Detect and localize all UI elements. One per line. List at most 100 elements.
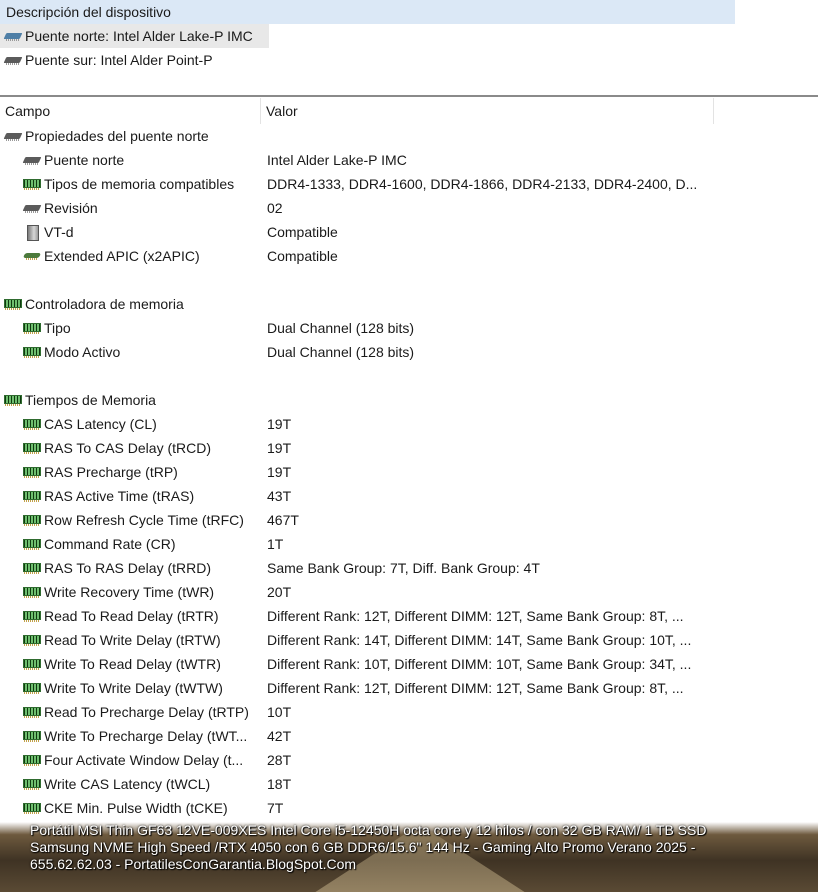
row-field-label: Controladora de memoria (25, 296, 184, 312)
row-field: Modo Activo (0, 340, 262, 364)
memory-chip-icon (23, 177, 41, 191)
memory-chip-icon (23, 753, 41, 767)
row-field-label: Tipo (44, 320, 71, 336)
row-field: Read To Read Delay (tRTR) (0, 604, 262, 628)
device-item-label: Puente sur: Intel Alder Point-P (25, 52, 213, 68)
memory-chip-icon (23, 465, 41, 479)
bridge-icon (4, 53, 22, 67)
row-field: VT-d (0, 220, 262, 244)
row-field: RAS To RAS Delay (tRRD) (0, 556, 262, 580)
table-row[interactable]: Write CAS Latency (tWCL) 18T (0, 772, 818, 796)
row-field: CAS Latency (CL) (0, 412, 262, 436)
table-row[interactable]: CAS Latency (CL) 19T (0, 412, 818, 436)
table-row[interactable]: RAS To CAS Delay (tRCD) 19T (0, 436, 818, 460)
caption-line: 655.62.62.03 - PortatilesConGarantia.Blo… (30, 856, 357, 872)
table-row[interactable]: VT-d Compatible (0, 220, 818, 244)
table-row[interactable]: Tiempos de Memoria (0, 388, 818, 412)
table-row[interactable]: Read To Write Delay (tRTW) Different Rank… (0, 628, 818, 652)
row-field: RAS Active Time (tRAS) (0, 484, 262, 508)
row-field: Read To Write Delay (tRTW) (0, 628, 262, 652)
memory-chip-icon (4, 393, 22, 407)
memory-chip-icon (23, 729, 41, 743)
row-field: Command Rate (CR) (0, 532, 262, 556)
row-field: Write To Read Delay (tWTR) (0, 652, 262, 676)
table-row[interactable]: Write To Precharge Delay (tWT... 42T (0, 724, 818, 748)
table-row[interactable]: Row Refresh Cycle Time (tRFC) 467T (0, 508, 818, 532)
memory-chip-icon (23, 705, 41, 719)
table-row[interactable]: Tipo Dual Channel (128 bits) (0, 316, 818, 340)
table-row[interactable]: Controladora de memoria (0, 292, 818, 316)
table-row[interactable]: Modo Activo Dual Channel (128 bits) (0, 340, 818, 364)
panel-splitter[interactable] (0, 95, 818, 97)
table-row[interactable]: RAS To RAS Delay (tRRD) Same Bank Group: … (0, 556, 818, 580)
memory-chip-icon (23, 537, 41, 551)
table-row[interactable]: Revisión 02 (0, 196, 818, 220)
vtd-icon (23, 225, 41, 241)
bridge-icon (23, 153, 41, 167)
row-field: Write Recovery Time (tWR) (0, 580, 262, 604)
row-field: Write To Precharge Delay (tWT... (0, 724, 262, 748)
row-value: Different Rank: 12T, Different DIMM: 12T… (267, 608, 684, 624)
device-item-north-bridge[interactable]: Puente norte: Intel Alder Lake-P IMC (0, 24, 269, 48)
row-field-label: RAS Active Time (tRAS) (44, 488, 195, 504)
row-value: 19T (267, 416, 292, 432)
table-row[interactable]: Read To Read Delay (tRTR) Different Rank:… (0, 604, 818, 628)
row-value: 10T (267, 704, 292, 720)
table-row[interactable]: Command Rate (CR) 1T (0, 532, 818, 556)
memory-chip-icon (23, 345, 41, 359)
row-field-label: Four Activate Window Delay (t... (44, 752, 244, 768)
table-row[interactable]: CKE Min. Pulse Width (tCKE) 7T (0, 796, 818, 820)
device-description-header: Descripción del dispositivo (0, 0, 735, 24)
row-value: 20T (267, 584, 292, 600)
row-value: Different Rank: 14T, Different DIMM: 14T… (267, 632, 692, 648)
bridge-icon (4, 129, 22, 143)
row-field: Puente norte (0, 148, 262, 172)
table-row[interactable]: Extended APIC (x2APIC) Compatible (0, 244, 818, 268)
row-field-label: Puente norte (44, 152, 125, 168)
memory-chip-icon (23, 777, 41, 791)
properties-list: Propiedades del puente norte Puente norte… (0, 124, 818, 820)
table-row[interactable]: RAS Active Time (tRAS) 43T (0, 484, 818, 508)
row-field-label: RAS Precharge (tRP) (44, 464, 178, 480)
table-row[interactable]: RAS Precharge (tRP) 19T (0, 460, 818, 484)
row-field-label: Read To Write Delay (tRTW) (44, 632, 221, 648)
row-value: 19T (267, 464, 292, 480)
row-field-label: VT-d (44, 224, 74, 240)
row-value: 02 (267, 200, 283, 216)
device-item-south-bridge[interactable]: Puente sur: Intel Alder Point-P (0, 48, 213, 72)
table-row[interactable]: Puente norte Intel Alder Lake-P IMC (0, 148, 818, 172)
memory-chip-icon (23, 633, 41, 647)
row-value: 42T (267, 728, 292, 744)
row-field-label: Write To Precharge Delay (tWT... (44, 728, 248, 744)
row-field: Row Refresh Cycle Time (tRFC) (0, 508, 262, 532)
row-value: Different Rank: 12T, Different DIMM: 12T… (267, 680, 684, 696)
row-field-label: Write CAS Latency (tWCL) (44, 776, 211, 792)
row-field: RAS Precharge (tRP) (0, 460, 262, 484)
device-item-label: Puente norte: Intel Alder Lake-P IMC (25, 28, 253, 44)
memory-chip-icon (23, 513, 41, 527)
memory-chip-icon (23, 681, 41, 695)
row-field-label: CKE Min. Pulse Width (tCKE) (44, 800, 228, 816)
column-header-value[interactable]: Valor (261, 98, 714, 124)
table-row[interactable]: Write To Write Delay (tWTW) Different Ran… (0, 676, 818, 700)
table-row[interactable]: Write Recovery Time (tWR) 20T (0, 580, 818, 604)
memory-chip-icon (4, 297, 22, 311)
row-field: Propiedades del puente norte (0, 124, 262, 148)
row-field: Revisión (0, 196, 262, 220)
row-field-label: Read To Precharge Delay (tRTP) (44, 704, 249, 720)
row-field-label: Write Recovery Time (tWR) (44, 584, 215, 600)
row-field-label: Row Refresh Cycle Time (tRFC) (44, 512, 244, 528)
column-header-field[interactable]: Campo (0, 98, 261, 124)
row-field-label: Read To Read Delay (tRTR) (44, 608, 219, 624)
memory-chip-icon (23, 585, 41, 599)
table-row[interactable]: Read To Precharge Delay (tRTP) 10T (0, 700, 818, 724)
row-field-label: Modo Activo (44, 344, 121, 360)
table-row[interactable]: Write To Read Delay (tWTR) Different Rank… (0, 652, 818, 676)
row-value: Compatible (267, 224, 338, 240)
blank-row (0, 268, 818, 292)
caption-line: Samsung NVME High Speed /RTX 4050 con 6 … (30, 839, 696, 855)
table-row[interactable]: Tipos de memoria compatibles DDR4-1333, D… (0, 172, 818, 196)
table-row[interactable]: Propiedades del puente norte (0, 124, 818, 148)
table-row[interactable]: Four Activate Window Delay (t... 28T (0, 748, 818, 772)
row-field-label: Command Rate (CR) (44, 536, 176, 552)
